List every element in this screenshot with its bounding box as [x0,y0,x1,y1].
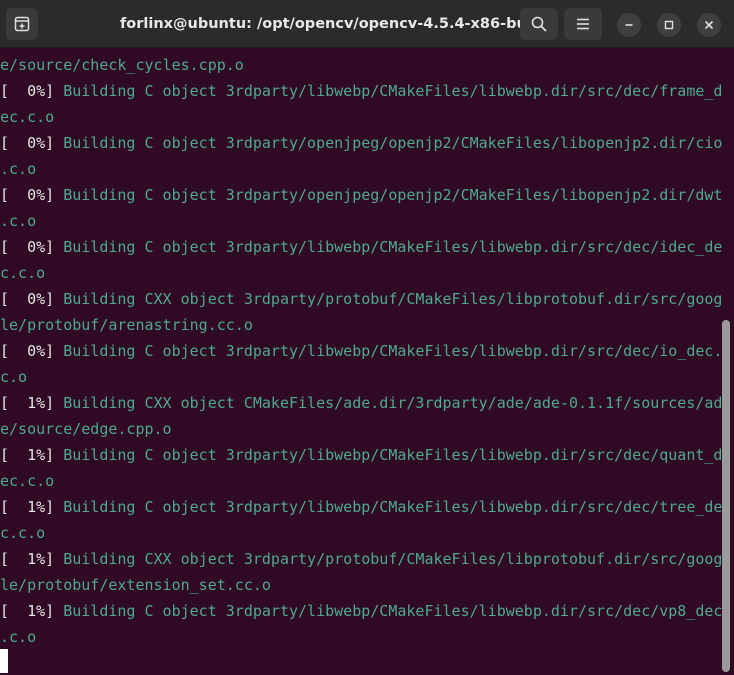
terminal-line: le/protobuf/extension_set.cc.o [0,572,722,598]
terminal-line-text: Building C object 3rdparty/libwebp/CMake… [63,498,722,516]
new-tab-button[interactable] [6,8,38,40]
terminal-line-text: Building C object 3rdparty/libwebp/CMake… [63,238,722,256]
hamburger-menu-icon [575,16,591,32]
terminal-line-text: Building C object 3rdparty/openjpeg/open… [63,186,722,204]
menu-button[interactable] [564,8,602,40]
terminal-line: c.c.o [0,260,722,286]
terminal-cursor [0,649,8,673]
terminal-line: e/source/edge.cpp.o [0,416,722,442]
progress-percent: [ 1%] [0,498,64,516]
scrollbar-thumb[interactable] [722,320,730,672]
terminal-line: c.o [0,364,722,390]
maximize-button[interactable] [657,13,681,37]
progress-percent: [ 0%] [0,82,64,100]
terminal-line-text: c.o [0,368,28,386]
terminal-line: ec.c.o [0,104,722,130]
terminal-line-text: le/protobuf/extension_set.cc.o [0,576,271,594]
terminal-line-text: .c.o [0,212,37,230]
terminal-window: forlinx@ubuntu: /opt/opencv/opencv-4.5.4… [0,0,734,675]
terminal-line-text: c.c.o [0,524,46,542]
close-icon [704,20,714,30]
progress-percent: [ 0%] [0,342,64,360]
terminal-line: ec.c.o [0,468,722,494]
terminal-line: le/protobuf/arenastring.cc.o [0,312,722,338]
terminal-line: e/source/check_cycles.cpp.o [0,52,722,78]
close-button[interactable] [697,13,721,37]
terminal-line-text: le/protobuf/arenastring.cc.o [0,316,253,334]
progress-percent: [ 0%] [0,238,64,256]
terminal-line-text: Building CXX object 3rdparty/protobuf/CM… [63,290,722,308]
terminal-line-text: e/source/edge.cpp.o [0,420,172,438]
minimize-icon [624,20,634,30]
search-icon [531,16,547,32]
terminal-line: [ 1%] Building C object 3rdparty/libwebp… [0,442,722,468]
progress-percent: [ 1%] [0,446,64,464]
maximize-icon [664,20,674,30]
terminal-line-text: Building C object 3rdparty/libwebp/CMake… [63,82,722,100]
terminal-line-text: c.c.o [0,264,46,282]
terminal-line-text: .c.o [0,160,37,178]
terminal-line-text: Building C object 3rdparty/libwebp/CMake… [63,446,722,464]
terminal-line-text: e/source/check_cycles.cpp.o [0,56,244,74]
terminal-line: [ 1%] Building C object 3rdparty/libwebp… [0,598,722,624]
terminal-line: [ 0%] Building C object 3rdparty/openjpe… [0,182,722,208]
progress-percent: [ 1%] [0,394,64,412]
new-tab-icon [14,16,30,32]
progress-percent: [ 1%] [0,602,64,620]
terminal-line-text: Building CXX object CMakeFiles/ade.dir/3… [63,394,722,412]
terminal-output[interactable]: e/source/check_cycles.cpp.o [ 0%] Buildin… [0,52,722,675]
progress-percent: [ 1%] [0,550,64,568]
progress-percent: [ 0%] [0,134,64,152]
progress-percent: [ 0%] [0,186,64,204]
title-bar: forlinx@ubuntu: /opt/opencv/opencv-4.5.4… [0,0,734,48]
progress-percent: [ 0%] [0,290,64,308]
terminal-line-text: ec.c.o [0,108,55,126]
terminal-line: [ 1%] Building CXX object CMakeFiles/ade… [0,390,722,416]
search-button[interactable] [520,8,558,40]
terminal-line-text: .c.o [0,628,37,646]
terminal-line: .c.o [0,156,722,182]
minimize-button[interactable] [617,13,641,37]
terminal-line: .c.o [0,208,722,234]
terminal-line-text: Building C object 3rdparty/libwebp/CMake… [63,342,722,360]
terminal-line: [ 0%] Building C object 3rdparty/libwebp… [0,78,722,104]
terminal-line-text: Building C object 3rdparty/libwebp/CMake… [63,602,722,620]
terminal-line: [ 0%] Building C object 3rdparty/openjpe… [0,130,722,156]
terminal-line: c.c.o [0,520,722,546]
terminal-line-text: Building C object 3rdparty/openjpeg/open… [63,134,722,152]
terminal-line: [ 1%] Building CXX object 3rdparty/proto… [0,546,722,572]
terminal-line: .c.o [0,624,722,650]
terminal-line: [ 0%] Building C object 3rdparty/libwebp… [0,338,722,364]
terminal-line-text: Building CXX object 3rdparty/protobuf/CM… [63,550,722,568]
terminal-line: [ 0%] Building CXX object 3rdparty/proto… [0,286,722,312]
terminal-line: [ 0%] Building C object 3rdparty/libwebp… [0,234,722,260]
window-title: forlinx@ubuntu: /opt/opencv/opencv-4.5.4… [120,16,520,32]
terminal-line-text: ec.c.o [0,472,55,490]
terminal-line: [ 1%] Building C object 3rdparty/libwebp… [0,494,722,520]
